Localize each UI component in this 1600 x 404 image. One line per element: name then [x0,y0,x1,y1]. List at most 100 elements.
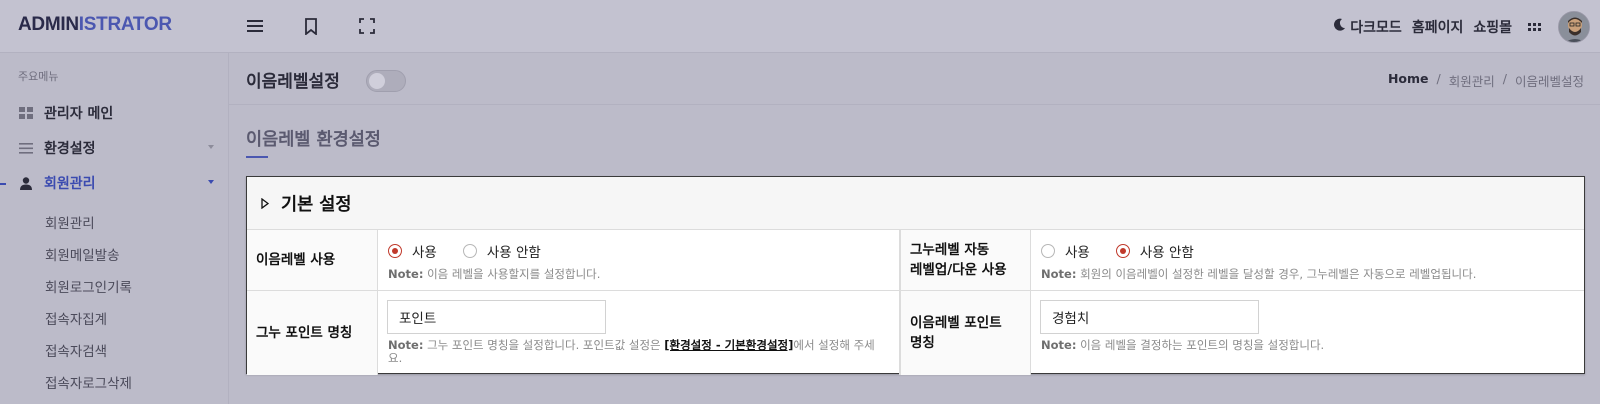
exp-field: Note: 이음 레벨을 결정하는 포인트의 명칭을 설정합니다. [1031,291,1586,375]
auto-radio-yes[interactable]: 사용 [1041,241,1090,261]
moon-icon [1334,18,1346,35]
darkmode-label: 다크모드 [1350,19,1402,36]
breadcrumb-separator: / [1436,71,1441,86]
note-text-end: 요. [388,351,403,365]
shop-link[interactable]: 쇼핑몰 [1473,17,1512,37]
auto-radio-group: 사용 사용 안함 [1041,241,1220,261]
settings-lines-icon [18,140,34,156]
submenu-visitor-log-delete[interactable]: 접속자로그삭제 [45,372,132,392]
note-text: 그누 포인트 명칭을 설정합니다. 포인트값 설정은 [427,338,661,352]
field-label: 그누레벨 자동레벨업/다운 사용 [900,230,1031,290]
note-text: 회원의 이음레벨이 설정한 레벨을 달성할 경우, 그누레벨은 자동으로 레벨업… [1080,267,1477,281]
chevron-down-icon [208,180,214,184]
auto-note: Note: 회원의 이음레벨이 설정한 레벨을 달성할 경우, 그누레벨은 자동… [1041,268,1476,281]
use-radio-group: 사용 사용 안함 [388,241,567,261]
avatar[interactable] [1558,10,1590,43]
radio-dot [1041,244,1055,258]
toggle-knob [369,73,385,89]
radio-dot [388,244,402,258]
sidebar-item-admin-main[interactable]: 관리자 메인 [18,102,214,124]
settings-card: 기본 설정 이음레벨 사용 사용 사용 안함 Note: 이음 레벨을 사용할지… [246,176,1585,375]
exp-label: 이음레벨 포인트명칭 [910,313,1002,353]
active-indicator [0,183,6,185]
chevron-down-icon [208,145,214,149]
auto-label: 그누레벨 자동레벨업/다운 사용 [910,240,1007,280]
radio-label: 사용 안함 [486,245,541,261]
use-radio-yes[interactable]: 사용 [388,241,437,261]
settings-row: 그누 포인트 명칭 Note: 그누 포인트 명칭을 설정합니다. 포인트값 설… [247,291,1584,375]
point-note: Note: 그누 포인트 명칭을 설정합니다. 포인트값 설정은 [환경설정 -… [388,339,888,365]
page-title: 이음레벨설정 [246,72,340,92]
use-note: Note: 이음 레벨을 사용할지를 설정합니다. [388,268,600,281]
sidebar-item-label: 회원관리 [44,176,96,192]
radio-label: 사용 [1065,245,1090,261]
submenu-visitor-search[interactable]: 접속자검색 [45,340,107,360]
submenu-member-mail[interactable]: 회원메일발송 [45,244,120,264]
breadcrumb-home[interactable]: Home [1388,71,1429,90]
logo-istrator: ISTRATOR [78,14,172,35]
point-name-input[interactable] [387,300,606,334]
auto-label-line1: 그누레벨 자동 [910,242,990,258]
breadcrumb: Home / 회원관리 / 이음레벨설정 [1388,71,1584,90]
exp-label-line2: 명칭 [910,335,935,351]
note-prefix: Note: [388,267,424,281]
use-field: 사용 사용 안함 Note: 이음 레벨을 사용할지를 설정합니다. [378,230,900,290]
breadcrumb-members[interactable]: 회원관리 [1449,71,1495,90]
auto-field: 사용 사용 안함 Note: 회원의 이음레벨이 설정한 레벨을 달성할 경우,… [1031,230,1586,290]
use-label: 이음레벨 사용 [256,252,336,268]
breadcrumb-current: 이음레벨설정 [1514,74,1584,89]
user-icon [18,175,34,191]
radio-label: 사용 [412,245,437,261]
bookmark-icon[interactable] [300,15,322,37]
logo-admin: ADMIN [18,14,79,35]
sidebar-item-settings[interactable]: 환경설정 [18,137,214,159]
point-label: 그누 포인트 명칭 [256,325,353,341]
breadcrumb-separator: / [1502,71,1507,86]
page-header: 이음레벨설정 Home / 회원관리 / 이음레벨설정 [229,53,1600,105]
sidebar-item-label: 환경설정 [44,141,96,157]
radio-dot [462,244,477,258]
card-header[interactable]: 기본 설정 [247,177,1584,230]
exp-name-input[interactable] [1040,300,1259,334]
submenu-member-manage[interactable]: 회원관리 [45,212,95,232]
field-label: 그누 포인트 명칭 [247,291,378,375]
homepage-label: 홈페이지 [1411,19,1464,36]
note-prefix: Note: [388,338,424,352]
sidebar-header: 주요메뉴 [18,70,59,83]
note-text: 이음 레벨을 결정하는 포인트의 명칭을 설정합니다. [1080,338,1325,352]
note-prefix: Note: [1041,267,1077,281]
exp-note: Note: 이음 레벨을 결정하는 포인트의 명칭을 설정합니다. [1041,339,1324,352]
note-text: 이음 레벨을 사용할지를 설정합니다. [427,267,601,281]
note-text-tail: 에서 설정해 주세 [793,338,875,352]
auto-radio-no[interactable]: 사용 안함 [1115,241,1194,261]
grid-icon[interactable] [1528,20,1542,34]
shop-label: 쇼핑몰 [1473,19,1512,36]
use-radio-no[interactable]: 사용 안함 [462,241,541,261]
submenu-login-log[interactable]: 회원로그인기록 [45,276,132,296]
radio-dot [1115,244,1130,258]
darkmode-toggle[interactable]: 다크모드 [1334,17,1402,37]
page-toggle-switch[interactable] [366,70,406,92]
settings-row: 이음레벨 사용 사용 사용 안함 Note: 이음 레벨을 사용할지를 설정합니… [247,230,1584,291]
sidebar-item-label: 관리자 메인 [44,106,114,122]
menu-icon[interactable] [244,15,266,37]
section-underline [246,156,268,158]
fullscreen-icon[interactable] [356,15,378,37]
homepage-link[interactable]: 홈페이지 [1412,17,1464,37]
exp-label-line1: 이음레벨 포인트 [910,315,1002,331]
settings-link[interactable]: [환경설정 - 기본환경설정] [664,338,793,352]
logo[interactable]: ADMINISTRATOR [18,14,172,36]
note-prefix: Note: [1041,338,1077,352]
dashboard-icon [18,105,34,121]
field-label: 이음레벨 사용 [247,230,378,290]
radio-label: 사용 안함 [1139,245,1194,261]
auto-label-line2: 레벨업/다운 사용 [910,262,1007,278]
topbar-right: 다크모드 홈페이지 쇼핑몰 [1334,0,1600,53]
field-label: 이음레벨 포인트명칭 [900,291,1031,375]
section-title: 이음레벨 환경설정 [246,130,381,150]
sidebar: 주요메뉴 관리자 메인 환경설정 회원관리 회원관리 회원메일발송 회원로그인기… [0,53,229,404]
caret-right-icon [261,194,270,213]
submenu-visitor-stats[interactable]: 접속자집계 [45,308,107,328]
sidebar-item-members[interactable]: 회원관리 [18,172,214,194]
card-title: 기본 설정 [281,194,352,215]
